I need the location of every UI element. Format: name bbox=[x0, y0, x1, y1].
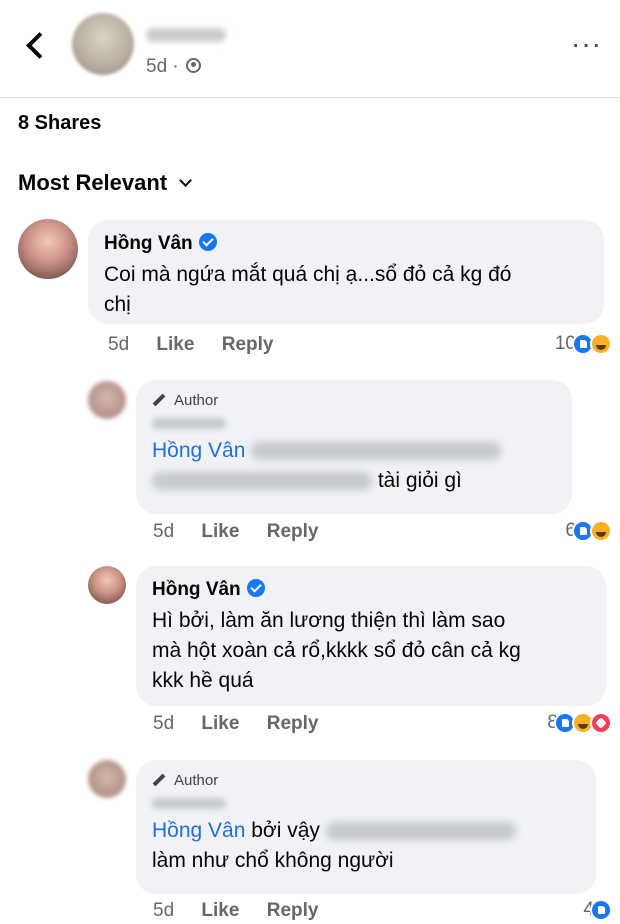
globe-icon bbox=[186, 58, 202, 73]
comment-time[interactable]: 5d bbox=[153, 900, 174, 921]
mention-link[interactable]: Hồng Vân bbox=[152, 819, 245, 842]
author-avatar[interactable] bbox=[88, 760, 126, 798]
author-name-redacted[interactable] bbox=[152, 418, 226, 429]
mention-link[interactable]: Hồng Vân bbox=[152, 439, 245, 462]
haha-reaction-icon bbox=[590, 333, 612, 355]
more-horizontal-icon[interactable]: ··· bbox=[571, 30, 602, 58]
commenter-name-row: Hồng Vân bbox=[104, 232, 588, 256]
commenter-name[interactable]: Hồng Vân bbox=[104, 233, 193, 254]
reply-button[interactable]: Reply bbox=[267, 900, 319, 921]
redacted-text bbox=[251, 442, 502, 461]
comment-line: mà hột xoàn cả rổ,kkkk sổ đỏ cân cả kg bbox=[152, 639, 521, 662]
comment-line: tài giỏi gì bbox=[152, 466, 556, 496]
chevron-down-icon bbox=[179, 174, 193, 187]
reaction-summary[interactable]: 8 bbox=[547, 712, 612, 734]
author-name-redacted[interactable] bbox=[152, 798, 226, 809]
love-reaction-icon bbox=[590, 712, 612, 734]
comment-bubble: Author Hồng Vân tài giỏi gì bbox=[136, 380, 572, 514]
like-button[interactable]: Like bbox=[201, 713, 239, 734]
reaction-summary[interactable]: 6 bbox=[565, 520, 612, 542]
comment-visible-text: tài giỏi gì bbox=[377, 469, 462, 492]
commenter-avatar[interactable] bbox=[18, 219, 78, 279]
comment-time[interactable]: 5d bbox=[153, 521, 174, 542]
comment-text: Hì bởi, làm ăn lương thiện thì làm sao m… bbox=[152, 606, 590, 696]
pencil-icon bbox=[152, 393, 166, 407]
sort-dropdown[interactable]: Most Relevant bbox=[18, 170, 193, 196]
reaction-summary[interactable]: 4 bbox=[583, 899, 612, 921]
reply-button[interactable]: Reply bbox=[267, 713, 319, 734]
author-badge-label: Author bbox=[174, 772, 219, 789]
comment-actions: 5d Like Reply bbox=[108, 334, 295, 356]
author-badge-label: Author bbox=[174, 392, 219, 409]
comment-line: Hồng Vân bbox=[152, 436, 556, 466]
author-badge: Author bbox=[152, 770, 580, 792]
comment-line: làm như chổ không người bbox=[152, 849, 394, 872]
back-icon[interactable] bbox=[18, 26, 52, 66]
commenter-name[interactable]: Hồng Vân bbox=[152, 579, 241, 600]
comment-line: Hồng Vân bởi vậy bbox=[152, 816, 580, 846]
comment-actions: 5d Like Reply bbox=[153, 521, 340, 543]
like-button[interactable]: Like bbox=[156, 334, 194, 355]
commenter-avatar[interactable] bbox=[88, 566, 126, 604]
comment-line: Coi mà ngứa mắt quá chị ạ...sổ đỏ cả kg … bbox=[104, 263, 512, 286]
comment-bubble: Author Hồng Vân bởi vậy làm như chổ khôn… bbox=[136, 760, 596, 894]
comment-text: Coi mà ngứa mắt quá chị ạ...sổ đỏ cả kg … bbox=[104, 260, 588, 320]
comment-bubble: Hồng Vân Coi mà ngứa mắt quá chị ạ...sổ … bbox=[88, 220, 604, 324]
poster-avatar[interactable] bbox=[72, 13, 134, 75]
verified-icon bbox=[246, 579, 265, 597]
poster-meta: 5d · bbox=[146, 56, 202, 78]
poster-name-redacted[interactable] bbox=[146, 28, 226, 42]
shares-count[interactable]: 8 Shares bbox=[18, 112, 101, 135]
comment-line: kkk hề quá bbox=[152, 669, 254, 692]
verified-icon bbox=[198, 233, 217, 251]
comment-text: Hồng Vân tài giỏi gì bbox=[152, 436, 556, 496]
comment-actions: 5d Like Reply bbox=[153, 713, 340, 735]
sort-label: Most Relevant bbox=[18, 170, 168, 195]
author-avatar[interactable] bbox=[88, 381, 126, 419]
comment-actions: 5d Like Reply bbox=[153, 900, 340, 922]
comment-time[interactable]: 5d bbox=[153, 713, 174, 734]
reaction-summary[interactable]: 10 bbox=[555, 333, 612, 355]
pencil-icon bbox=[152, 773, 166, 787]
like-reaction-icon bbox=[590, 899, 612, 921]
commenter-name-row: Hồng Vân bbox=[152, 578, 590, 602]
comment-bubble: Hồng Vân Hì bởi, làm ăn lương thiện thì … bbox=[136, 566, 606, 706]
comment-text: Hồng Vân bởi vậy làm như chổ không người bbox=[152, 816, 580, 876]
comment-line: chị bbox=[104, 293, 131, 316]
comment-line: Hì bởi, làm ăn lương thiện thì làm sao bbox=[152, 609, 506, 632]
reply-button[interactable]: Reply bbox=[222, 334, 274, 355]
author-badge: Author bbox=[152, 390, 556, 412]
like-button[interactable]: Like bbox=[201, 900, 239, 921]
post-time: 5d · bbox=[146, 56, 179, 77]
post-header: 5d · ··· bbox=[0, 0, 620, 98]
reply-button[interactable]: Reply bbox=[267, 521, 319, 542]
redacted-text bbox=[152, 472, 372, 491]
comment-time[interactable]: 5d bbox=[108, 334, 129, 355]
comment-visible-text: bởi vậy bbox=[251, 819, 320, 842]
like-button[interactable]: Like bbox=[201, 521, 239, 542]
redacted-text bbox=[325, 822, 516, 841]
haha-reaction-icon bbox=[590, 520, 612, 542]
